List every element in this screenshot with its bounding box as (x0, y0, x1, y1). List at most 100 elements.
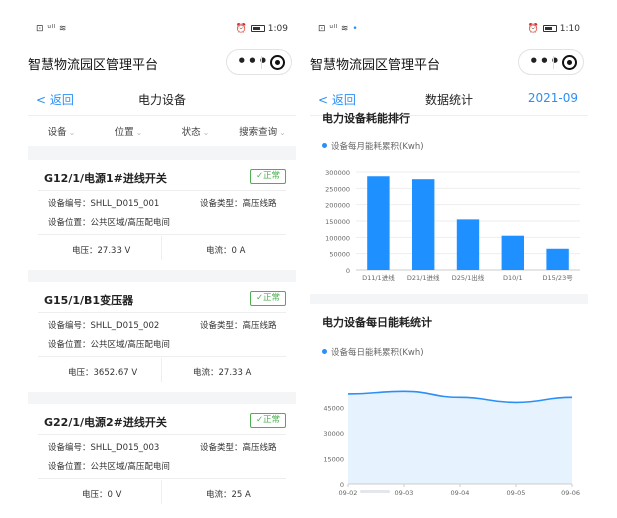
current-reading: 电流：0 A (206, 246, 246, 256)
device-card[interactable]: G12/1/电源1#进线开关 ✓正常 设备编号：SHLL_D015_001 设备… (28, 160, 296, 270)
more-icon[interactable]: ••• (529, 53, 561, 69)
more-icon[interactable]: ••• (237, 53, 269, 69)
status-bar: ⊡ ᵘˡˡ ≋ ⏰ 1:09 (28, 18, 296, 42)
bar (456, 219, 480, 270)
filter-label: 位置 (114, 127, 134, 138)
voltage-reading: 电压：3652.67 V (68, 368, 138, 378)
chevron-down-icon: ⌄ (202, 128, 210, 137)
current-reading: 电流：27.33 A (193, 368, 252, 378)
filter-label: 设备 (47, 127, 67, 138)
capsule-menu[interactable]: ••• (518, 49, 584, 75)
scroll-indicator[interactable] (360, 490, 390, 493)
statistics-screen: ⊡ ᵘˡˡ ≋ • ⏰ 1:10 智慧物流园区管理平台 ••• < 返回 数据统计… (310, 18, 588, 513)
filter-search[interactable]: 搜索查询 ⌄ (229, 116, 296, 146)
month-picker[interactable]: 2021-09 (528, 91, 578, 105)
y-tick-label: 0 (340, 481, 344, 489)
x-tick-label: D10/1 (503, 274, 523, 282)
signal-wifi-icons: ⊡ ᵘˡˡ ≋ • (318, 24, 359, 34)
device-code: 设备编号：SHLL_D015_002 (48, 321, 160, 331)
voltage-reading: 电压：0 V (82, 490, 122, 500)
filter-bar: 设备 ⌄ 位置 ⌄ 状态 ⌄ 搜索查询 ⌄ (28, 116, 296, 146)
capsule-menu[interactable]: ••• (226, 49, 292, 75)
device-title: G15/1/B1变压器 (44, 294, 134, 307)
filter-label: 搜索查询 (239, 127, 278, 138)
section-gap (28, 270, 296, 282)
y-tick-label: 300000 (325, 169, 350, 177)
y-tick-label: 15000 (323, 456, 344, 464)
bar (501, 235, 524, 270)
status-badge: ✓正常 (250, 169, 286, 184)
x-tick-label: 09-04 (451, 489, 470, 497)
divider (38, 190, 286, 191)
divider (161, 480, 162, 504)
device-title: G22/1/电源2#进线开关 (44, 416, 167, 429)
bar (367, 176, 390, 270)
device-card[interactable]: G15/1/B1变压器 ✓正常 设备编号：SHLL_D015_002 设备类型：… (28, 282, 296, 392)
device-card[interactable]: G22/1/电源2#进线开关 ✓正常 设备编号：SHLL_D015_003 设备… (28, 404, 296, 513)
capsule-divider (261, 56, 262, 69)
device-location: 设备位置：公共区域/高压配电间 (48, 340, 170, 350)
chevron-down-icon: ⌄ (68, 128, 76, 137)
legend-dot (322, 143, 327, 148)
x-tick-label: 09-03 (395, 489, 414, 497)
device-type: 设备类型：高压线路 (200, 321, 277, 331)
alarm-icon: ⏰ (235, 24, 247, 34)
page-title: 电力设备 (137, 93, 186, 107)
status-bar: ⊡ ᵘˡˡ ≋ • ⏰ 1:10 (310, 18, 588, 42)
close-target-icon[interactable] (562, 55, 577, 70)
x-tick-label: D15/23号 (542, 274, 573, 282)
y-tick-label: 150000 (325, 218, 350, 226)
status-badge: ✓正常 (250, 413, 286, 428)
x-tick-label: 09-02 (339, 489, 358, 497)
divider (161, 236, 162, 260)
divider (38, 312, 286, 313)
y-tick-label: 45000 (323, 405, 344, 413)
divider (161, 358, 162, 382)
status-time: 1:10 (559, 24, 580, 34)
divider (38, 434, 286, 435)
filter-label: 状态 (181, 127, 201, 138)
status-badge: ✓正常 (250, 291, 286, 306)
alarm-icon: ⏰ (527, 24, 539, 34)
energy-ranking-bar-chart: 300000 250000 200000 150000 100000 50000 0 D11/… (325, 169, 580, 282)
mini-program-header: 智慧物流园区管理平台 ••• (310, 42, 588, 82)
divider (38, 356, 286, 357)
filter-status[interactable]: 状态 ⌄ (162, 116, 229, 146)
daily-section-title: 电力设备每日能耗统计 (322, 316, 432, 329)
area-legend: 设备每日能耗累积(Kwh) (322, 346, 424, 358)
chevron-down-icon: ⌄ (135, 128, 143, 137)
device-title: G12/1/电源1#进线开关 (44, 172, 167, 185)
x-tick-label: D11/1进线 (362, 273, 395, 282)
voltage-reading: 电压：27.33 V (72, 246, 131, 256)
filter-location[interactable]: 位置 ⌄ (95, 116, 162, 146)
y-tick-label: 50000 (329, 251, 350, 259)
bar-legend: 设备每月能耗累积(Kwh) (322, 140, 424, 152)
battery-icon (250, 25, 265, 32)
section-gap (28, 392, 296, 404)
chevron-down-icon: ⌄ (279, 128, 286, 137)
bar (412, 179, 435, 270)
x-tick-label: D21/1进线 (407, 273, 440, 282)
ranking-section-title: 电力设备耗能排行 (322, 112, 410, 125)
close-target-icon[interactable] (270, 55, 285, 70)
filter-device[interactable]: 设备 ⌄ (28, 116, 95, 146)
status-clock: ⏰ 1:09 (236, 24, 288, 34)
device-type: 设备类型：高压线路 (200, 199, 277, 209)
device-code: 设备编号：SHLL_D015_001 (48, 199, 160, 209)
y-tick-label: 250000 (325, 185, 350, 193)
y-tick-label: 30000 (323, 430, 344, 438)
x-tick-label: D25/1出线 (452, 273, 485, 282)
status-time: 1:09 (267, 24, 288, 34)
app-title: 智慧物流园区管理平台 (310, 58, 441, 73)
y-tick-label: 100000 (325, 234, 350, 242)
area-fill (348, 391, 572, 484)
legend-dot (322, 349, 327, 354)
app-title: 智慧物流园区管理平台 (28, 58, 159, 73)
bar (546, 248, 569, 270)
page-navbar: < 返回 电力设备 (28, 82, 296, 116)
current-reading: 电流：25 A (206, 490, 251, 500)
y-tick-label: 0 (346, 267, 350, 275)
battery-icon (542, 25, 557, 32)
divider (38, 234, 286, 235)
device-type: 设备类型：高压线路 (200, 443, 277, 453)
